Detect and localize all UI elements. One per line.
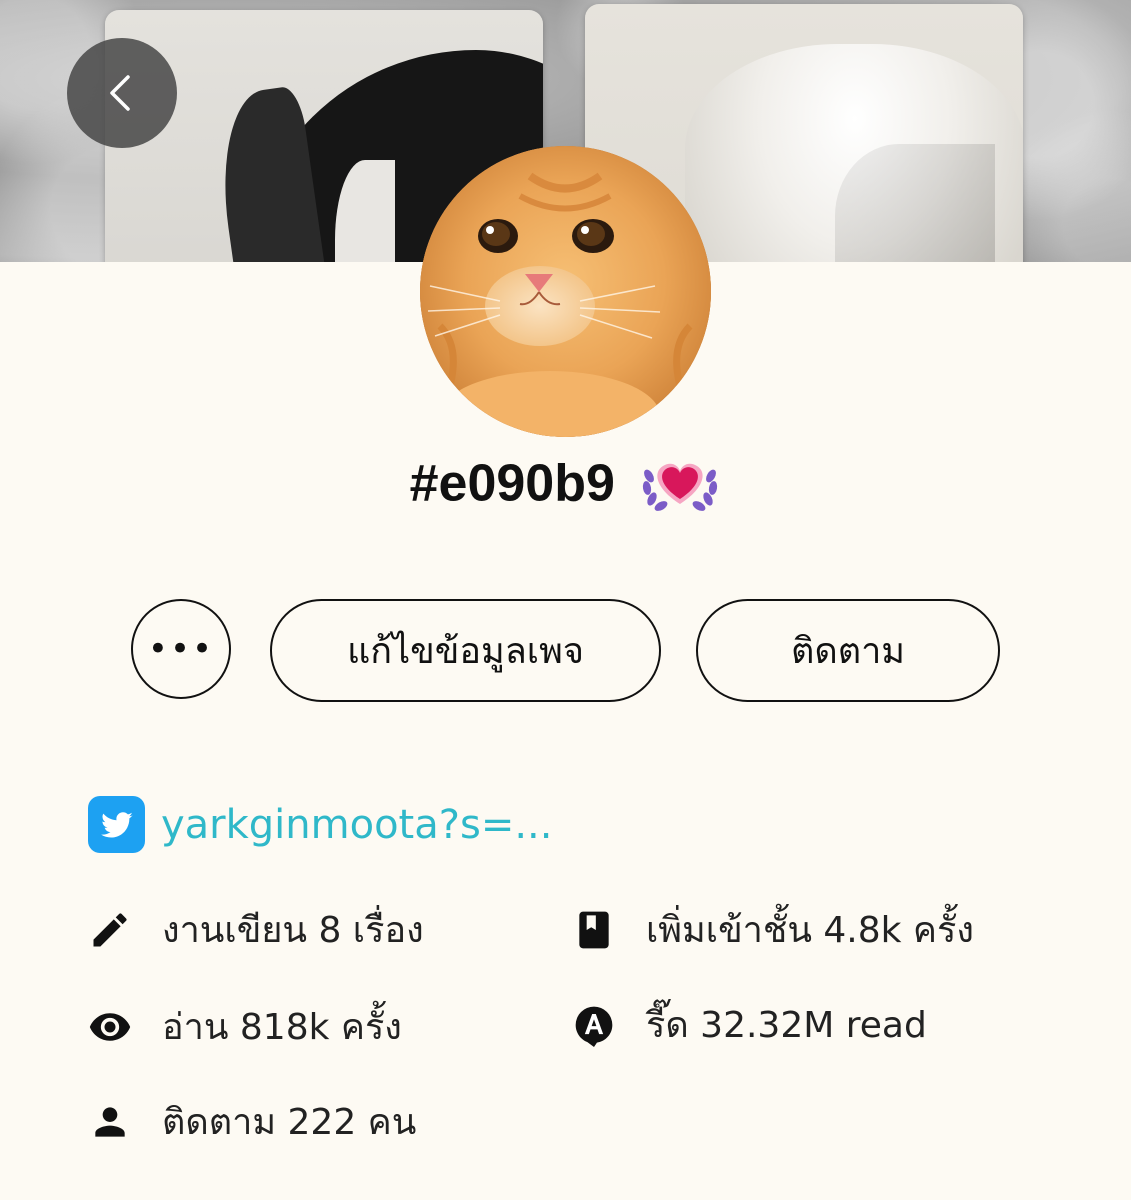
stat-works: งานเขียน 8 เรื่อง	[88, 901, 424, 958]
profile-name: #e090b9	[409, 454, 615, 513]
stat-works-label: งานเขียน 8 เรื่อง	[162, 910, 424, 951]
reaction-a-icon	[572, 1003, 616, 1047]
stat-shelf-label: เพิ่มเข้าชั้น 4.8k ครั้ง	[646, 910, 974, 951]
cat-avatar-image	[420, 146, 711, 437]
eye-icon	[88, 1005, 132, 1049]
stat-react: รี๊ด 32.32M read	[572, 996, 927, 1053]
person-icon	[88, 1100, 132, 1144]
more-dots-icon: •••	[147, 629, 215, 669]
profile-page: #e090b9 ••• แก้ไขข้อมูลเพจ ติดตาม yarkgi…	[0, 0, 1131, 1200]
profile-name-row: #e090b9	[0, 448, 1131, 515]
stat-reads-label: อ่าน 818k ครั้ง	[162, 1007, 402, 1048]
edit-page-info-button[interactable]: แก้ไขข้อมูลเพจ	[270, 599, 661, 702]
stat-followers: ติดตาม 222 คน	[88, 1093, 416, 1150]
stat-followers-label: ติดตาม 222 คน	[162, 1102, 417, 1143]
twitter-icon	[88, 796, 145, 853]
bookmark-book-icon	[572, 908, 616, 952]
stat-shelf: เพิ่มเข้าชั้น 4.8k ครั้ง	[572, 901, 974, 958]
twitter-link[interactable]: yarkginmoota?s=...	[88, 796, 552, 853]
stat-reads: อ่าน 818k ครั้ง	[88, 998, 402, 1055]
edit-page-info-label: แก้ไขข้อมูลเพจ	[347, 631, 584, 672]
follow-button[interactable]: ติดตาม	[696, 599, 1000, 702]
heart-laurel-badge-icon	[643, 464, 718, 512]
pencil-icon	[88, 908, 132, 952]
back-button[interactable]	[67, 38, 177, 148]
twitter-handle: yarkginmoota?s=...	[161, 801, 553, 848]
stat-react-label: รี๊ด 32.32M read	[646, 1005, 927, 1046]
avatar[interactable]	[420, 146, 711, 437]
chevron-left-icon	[110, 75, 130, 111]
follow-label: ติดตาม	[790, 631, 906, 672]
more-options-button[interactable]: •••	[131, 599, 231, 699]
